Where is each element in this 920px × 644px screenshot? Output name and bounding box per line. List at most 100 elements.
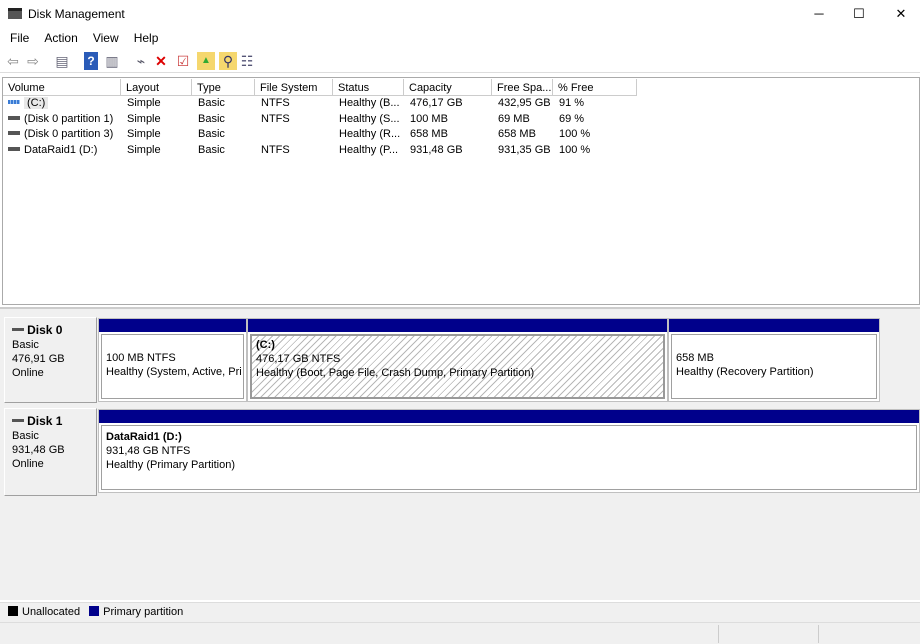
menu-file[interactable]: File xyxy=(4,28,35,48)
cell-percent-free: 69 % xyxy=(559,112,585,125)
menu-action[interactable]: Action xyxy=(38,28,83,48)
disk-name: Disk 0 xyxy=(27,323,63,337)
menu-help[interactable]: Help xyxy=(128,28,165,48)
menu-bar: File Action View Help xyxy=(0,28,920,48)
partition-d-drive[interactable]: DataRaid1 (D:) 931,48 GB NTFS Healthy (P… xyxy=(98,409,920,493)
cell-percent-free: 100 % xyxy=(559,143,591,156)
volume-name: (C:) xyxy=(24,97,49,109)
primary-partition-bar xyxy=(99,319,246,332)
partition-recovery[interactable]: 658 MB Healthy (Recovery Partition) xyxy=(668,318,880,402)
partition-title: (C:) xyxy=(256,339,275,351)
disk-type: Basic xyxy=(12,339,39,351)
volume-icon xyxy=(8,131,20,135)
volume-name: DataRaid1 (D:) xyxy=(24,143,98,156)
disk-1-label[interactable]: Disk 1 Basic 931,48 GB Online xyxy=(4,408,97,496)
disk-management-icon xyxy=(8,8,22,19)
show-hide-console-tree-icon[interactable]: ▤ xyxy=(53,52,71,70)
volume-icon xyxy=(8,100,20,104)
disk-size: 931,48 GB xyxy=(12,444,65,456)
unallocated-swatch xyxy=(8,606,18,616)
cell-type: Basic xyxy=(198,143,225,156)
cell-type: Basic xyxy=(198,97,225,109)
column-header-capacity[interactable]: Capacity xyxy=(404,79,492,96)
cell-capacity: 658 MB xyxy=(410,128,448,140)
cell-status: Healthy (P... xyxy=(339,143,399,156)
disk-graphical-view: Disk 0 Basic 476,91 GB Online 476,17 GB … xyxy=(0,307,920,600)
partition-disk0-1[interactable]: 476,17 GB NTFS 100 MB NTFS Healthy (Syst… xyxy=(98,318,247,402)
cell-layout: Simple xyxy=(127,112,161,125)
column-header-volume[interactable]: Volume xyxy=(3,79,121,96)
partition-details: 476,17 GB NTFS 100 MB NTFS Healthy (Syst… xyxy=(101,334,244,399)
disk-0-label[interactable]: Disk 0 Basic 476,91 GB Online xyxy=(4,317,97,403)
primary-partition-bar xyxy=(99,410,919,423)
partition-details-selected: (C:) 476,17 GB NTFS Healthy (Boot, Page … xyxy=(250,334,665,399)
show-action-pane-icon[interactable]: ▥ xyxy=(103,52,121,70)
disk-icon xyxy=(12,419,24,422)
disk-state: Online xyxy=(12,367,44,379)
partition-details: DataRaid1 (D:) 931,48 GB NTFS Healthy (P… xyxy=(101,425,917,490)
legend-primary-partition: Primary partition xyxy=(103,606,184,618)
help-icon[interactable]: ? xyxy=(84,52,98,70)
cell-type: Basic xyxy=(198,112,225,125)
cell-free-space: 69 MB xyxy=(498,112,530,125)
cell-file-system: NTFS xyxy=(261,97,290,109)
list-settings-icon[interactable]: ☷ xyxy=(238,52,256,70)
column-header-percent-free[interactable]: % Free xyxy=(553,79,637,96)
partition-status: Healthy (Boot, Page File, Crash Dump, Pr… xyxy=(256,367,535,379)
cell-type: Basic xyxy=(198,128,225,140)
search-folder-icon[interactable]: ⚲ xyxy=(219,52,237,70)
cell-status: Healthy (R... xyxy=(339,128,401,140)
table-row-volume[interactable]: (Disk 0 partition 1) xyxy=(3,113,121,128)
column-header-layout[interactable]: Layout xyxy=(121,79,192,96)
properties-check-icon[interactable]: ☑ xyxy=(174,52,192,70)
cell-capacity: 931,48 GB xyxy=(410,143,463,156)
column-header-free-space[interactable]: Free Spa... xyxy=(492,79,553,96)
menu-view[interactable]: View xyxy=(87,28,125,48)
column-header-file-system[interactable]: File System xyxy=(255,79,333,96)
cell-layout: Simple xyxy=(127,97,161,109)
cell-layout: Simple xyxy=(127,128,161,140)
back-arrow-icon[interactable]: ⇦ xyxy=(4,52,22,70)
cell-file-system: NTFS xyxy=(261,112,290,125)
volume-list[interactable]: Volume Layout Type File System Status Ca… xyxy=(2,77,920,305)
forward-arrow-icon[interactable]: ⇨ xyxy=(24,52,42,70)
column-header-status[interactable]: Status xyxy=(333,79,404,96)
volume-icon xyxy=(8,146,20,151)
cell-capacity: 100 MB xyxy=(410,112,448,125)
table-row-volume[interactable]: (Disk 0 partition 3) xyxy=(3,128,121,143)
disk-name: Disk 1 xyxy=(27,414,63,428)
disk-icon xyxy=(12,328,24,331)
cell-file-system xyxy=(256,128,334,143)
partition-size: 658 MB xyxy=(676,352,714,364)
volume-icon xyxy=(8,115,20,120)
cell-layout: Simple xyxy=(127,143,161,156)
partition-status: Healthy (Primary Partition) xyxy=(106,459,235,471)
status-divider xyxy=(818,625,819,643)
primary-partition-swatch xyxy=(89,606,100,616)
connect-drive-icon[interactable]: ⌁ xyxy=(132,52,150,70)
cell-status: Healthy (S... xyxy=(339,112,400,125)
maximize-button[interactable]: ☐ xyxy=(836,0,882,28)
cell-free-space: 432,95 GB xyxy=(498,97,551,109)
volume-name: (Disk 0 partition 1) xyxy=(24,112,114,125)
status-divider xyxy=(718,625,719,643)
column-header-type[interactable]: Type xyxy=(192,79,255,96)
close-button[interactable]: ✕ xyxy=(878,0,920,28)
table-row-volume[interactable]: DataRaid1 (D:) xyxy=(3,144,121,159)
partition-status: Healthy (System, Active, Pri xyxy=(106,366,242,378)
table-row-volume[interactable]: (C:) xyxy=(3,97,121,112)
partition-c-drive[interactable]: (C:) 476,17 GB NTFS Healthy (Boot, Page … xyxy=(247,318,668,402)
cell-percent-free: 100 % xyxy=(559,128,591,140)
partition-size: 931,48 GB NTFS xyxy=(106,445,191,457)
cell-capacity: 476,17 GB xyxy=(410,97,463,109)
disk-type: Basic xyxy=(12,430,39,442)
partition-status: Healthy (Recovery Partition) xyxy=(676,366,814,378)
folder-up-icon[interactable]: ▲ xyxy=(197,52,215,70)
legend-unallocated: Unallocated xyxy=(22,606,81,618)
disk-size: 476,91 GB xyxy=(12,353,65,365)
partition-size: 476,17 GB NTFS xyxy=(256,353,341,365)
title-bar: Disk Management ─ ☐ ✕ xyxy=(0,0,920,28)
delete-icon[interactable]: ✕ xyxy=(152,52,170,70)
cell-free-space: 931,35 GB xyxy=(498,143,551,156)
toolbar: ⇦ ⇨ ▤ ? ▥ ⌁ ✕ ☑ ▲ ⚲ ☷ xyxy=(0,49,920,73)
